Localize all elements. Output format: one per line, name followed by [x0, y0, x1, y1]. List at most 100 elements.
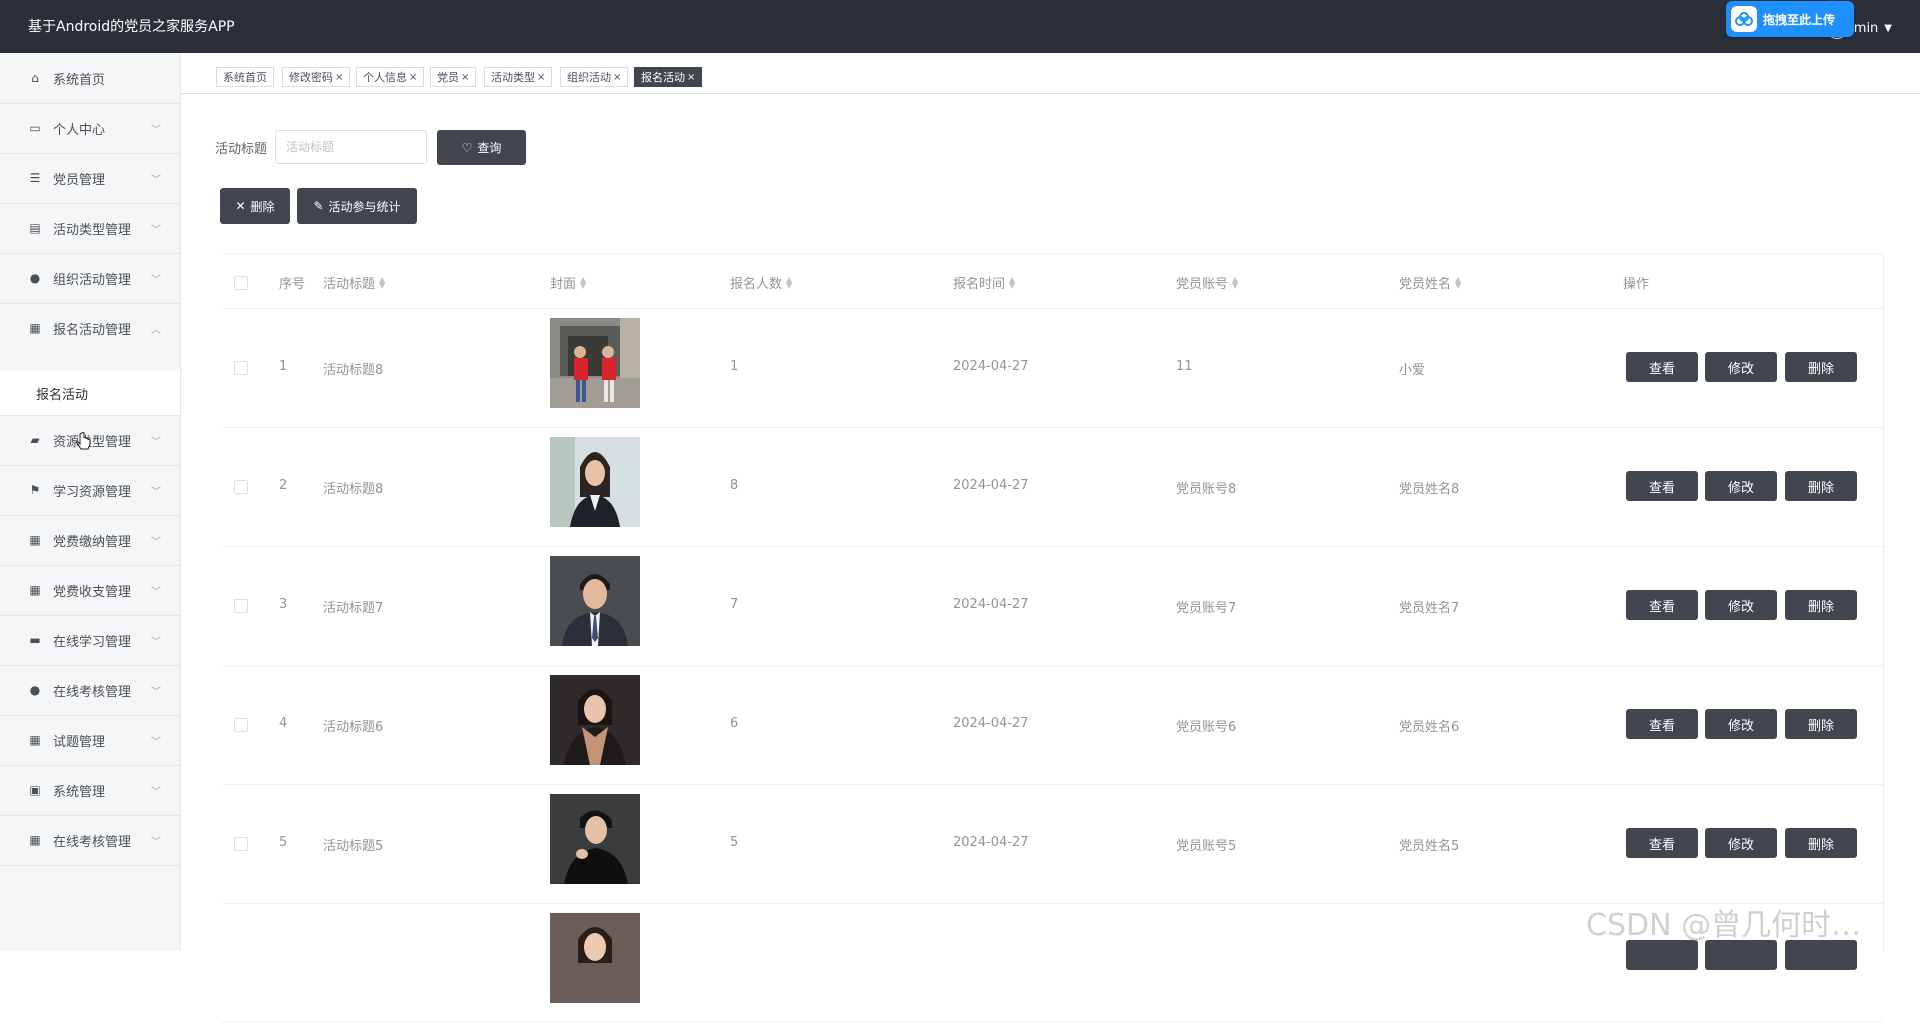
sidebar-item-learning-resource[interactable]: ⚑ 学习资源管理 ﹀ [0, 465, 180, 516]
view-button[interactable]: 查看 [1626, 709, 1698, 739]
cell-time: 2024-04-27 [953, 597, 1029, 612]
sort-icon[interactable]: ▲ ▼ [1232, 275, 1238, 289]
sidebar-item-fee-payment[interactable]: ▦ 党费缴纳管理 ﹀ [0, 515, 180, 566]
row-delete-button[interactable]: 删除 [1785, 590, 1857, 620]
row-checkbox[interactable] [234, 480, 248, 494]
cell-account: 党员账号5 [1176, 839, 1237, 854]
header-count[interactable]: 报名人数 ▲ ▼ [730, 273, 792, 292]
view-button[interactable]: 查看 [1626, 352, 1698, 382]
close-icon[interactable]: × [613, 72, 621, 83]
cell-title: 活动标题8 [323, 482, 384, 497]
row-checkbox[interactable] [234, 361, 248, 375]
sidebar-subitem-signup[interactable]: 报名活动 [0, 371, 180, 416]
sidebar-item-online-exam[interactable]: ● 在线考核管理 ﹀ [0, 665, 180, 716]
edit-button[interactable] [1705, 940, 1777, 970]
sort-icon[interactable]: ▲ ▼ [786, 275, 792, 289]
sort-icon[interactable]: ▲ ▼ [580, 275, 586, 289]
sidebar-item-online-learning[interactable]: ▬ 在线学习管理 ﹀ [0, 615, 180, 666]
delete-button[interactable]: ✕ 删除 [220, 188, 290, 224]
search-input[interactable] [275, 130, 427, 164]
select-all-checkbox[interactable] [234, 276, 248, 290]
row-checkbox[interactable] [234, 837, 248, 851]
header-ops: 操作 [1623, 273, 1649, 292]
cell-time: 2024-04-27 [953, 478, 1029, 493]
sort-icon[interactable]: ▲ ▼ [1455, 275, 1461, 289]
sort-icon[interactable]: ▲ ▼ [379, 275, 385, 289]
header-account[interactable]: 党员账号 ▲ ▼ [1176, 273, 1238, 292]
row-checkbox[interactable] [234, 599, 248, 613]
edit-button[interactable]: 修改 [1705, 352, 1777, 382]
header-title[interactable]: 活动标题 ▲ ▼ [323, 273, 385, 292]
sidebar-item-label: 在线考核管理 [53, 834, 132, 850]
row-delete-button[interactable]: 删除 [1785, 709, 1857, 739]
header-label: 报名人数 [730, 277, 783, 292]
row-delete-button[interactable]: 删除 [1785, 828, 1857, 858]
header-cover[interactable]: 封面 ▲ ▼ [550, 273, 586, 292]
sidebar-item-personal-center[interactable]: ▭ 个人中心 ﹀ [0, 103, 180, 154]
edit-button[interactable]: 修改 [1705, 471, 1777, 501]
close-icon[interactable]: × [409, 72, 417, 83]
sidebar-item-activity-type[interactable]: ▤ 活动类型管理 ﹀ [0, 203, 180, 254]
cell-name: 党员姓名7 [1399, 601, 1460, 616]
sidebar-item-home[interactable]: ⌂ 系统首页 [0, 53, 180, 104]
chevron-down-icon: ﹀ [151, 736, 161, 748]
row-checkbox[interactable] [234, 718, 248, 732]
view-button[interactable]: 查看 [1626, 590, 1698, 620]
close-icon[interactable]: × [461, 72, 469, 83]
sidebar-item-questions[interactable]: ▦ 试题管理 ﹀ [0, 715, 180, 766]
sidebar-item-member[interactable]: ☰ 党员管理 ﹀ [0, 153, 180, 204]
row-delete-button[interactable]: 删除 [1785, 471, 1857, 501]
chevron-down-icon: ﹀ [151, 436, 161, 448]
tab-label: 系统首页 [223, 71, 267, 84]
header-name[interactable]: 党员姓名 ▲ ▼ [1399, 273, 1461, 292]
chevron-up-icon: ︿ [151, 324, 161, 336]
sidebar-item-online-exam-2[interactable]: ▦ 在线考核管理 ﹀ [0, 815, 180, 866]
close-icon[interactable]: × [335, 72, 343, 83]
search-label: 活动标题 [215, 142, 268, 157]
cell-account: 党员账号6 [1176, 720, 1237, 735]
sidebar-item-signup-activity[interactable]: ▦ 报名活动管理 ︿ [0, 303, 180, 353]
cell-count: 7 [730, 597, 739, 612]
sort-icon[interactable]: ▲ ▼ [1009, 275, 1015, 289]
header-time[interactable]: 报名时间 ▲ ▼ [953, 273, 1015, 292]
data-table: 序号 活动标题 ▲ ▼ 封面 ▲ ▼ 报名人数 ▲ ▼ 报名时间 ▲ ▼ 党员账号 ▲ ▼ 党员姓名… [223, 254, 1884, 1023]
header-label: 序号 [279, 277, 306, 292]
sidebar-item-system[interactable]: ▣ 系统管理 ﹀ [0, 765, 180, 816]
sidebar-subitem-label: 报名活动 [36, 387, 89, 403]
upload-label: 拖拽至此上传 [1763, 12, 1836, 27]
header-label: 操作 [1623, 277, 1650, 292]
sidebar-item-label: 组织活动管理 [53, 272, 132, 288]
tab-change-password[interactable]: 修改密码 × [282, 67, 351, 87]
user-icon: ● [29, 271, 41, 285]
row-delete-button[interactable]: 删除 [1785, 352, 1857, 382]
tab-personal-info[interactable]: 个人信息 × [356, 67, 425, 87]
sidebar-item-fee-balance[interactable]: ▦ 党费收支管理 ﹀ [0, 565, 180, 616]
sidebar-item-label: 党员管理 [53, 172, 106, 188]
table-row: 3 活动标题7 7 2024-04-27 党员账号7 党员姓名7 查看 修改 删… [223, 547, 1883, 666]
activity-stats-button[interactable]: ✎ 活动参与统计 [297, 188, 417, 224]
cell-count: 8 [730, 478, 739, 493]
cover-image [550, 318, 640, 408]
cell-time: 2024-04-27 [953, 835, 1029, 850]
chevron-down-icon: ﹀ [151, 174, 161, 186]
sidebar-item-org-activity[interactable]: ● 组织活动管理 ﹀ [0, 253, 180, 304]
cell-title: 活动标题6 [323, 720, 384, 735]
edit-button[interactable]: 修改 [1705, 709, 1777, 739]
close-icon[interactable]: × [687, 72, 695, 83]
tab-signup-activity[interactable]: 报名活动 × [634, 67, 703, 87]
cell-account: 11 [1176, 359, 1193, 374]
tab-activity-type[interactable]: 活动类型 × [484, 67, 553, 87]
view-button[interactable]: 查看 [1626, 828, 1698, 858]
tab-member[interactable]: 党员 × [430, 67, 477, 87]
close-icon[interactable]: × [537, 72, 545, 83]
tab-home[interactable]: 系统首页 [216, 67, 274, 87]
query-button[interactable]: ♡ 查询 [437, 130, 526, 165]
view-button[interactable]: 查看 [1626, 471, 1698, 501]
edit-button[interactable]: 修改 [1705, 828, 1777, 858]
edit-button[interactable]: 修改 [1705, 590, 1777, 620]
view-button[interactable] [1626, 940, 1698, 970]
tab-label: 组织活动 [567, 71, 611, 84]
upload-widget[interactable]: 拖拽至此上传 [1726, 1, 1854, 37]
tab-org-activity[interactable]: 组织活动 × [560, 67, 629, 87]
row-delete-button[interactable] [1785, 940, 1857, 970]
